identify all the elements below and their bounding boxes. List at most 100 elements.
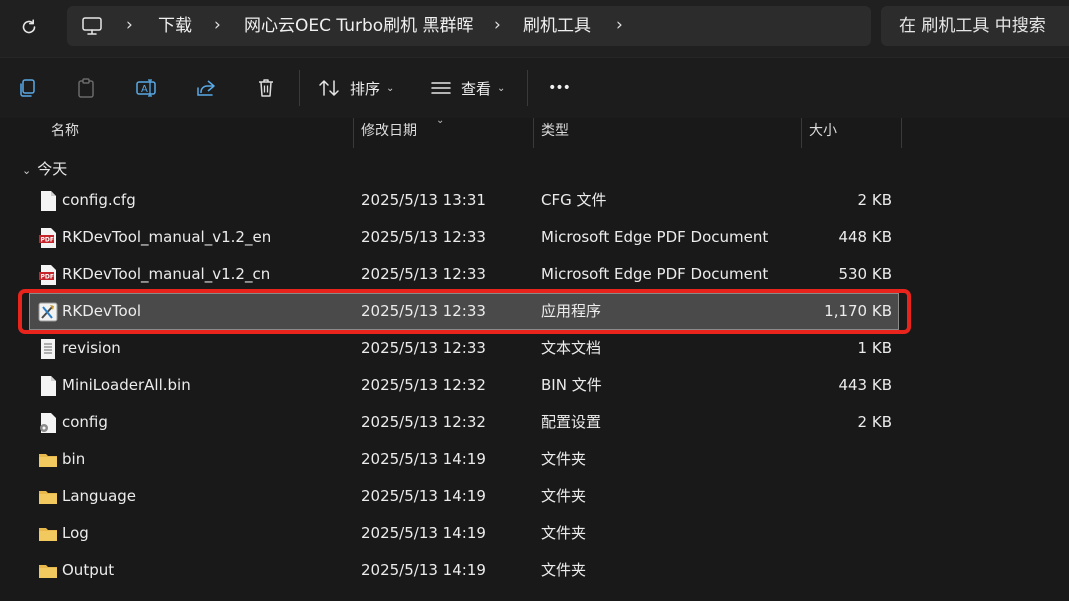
breadcrumb-chevron-icon[interactable]: › [126, 6, 133, 46]
this-pc-icon [82, 17, 102, 35]
column-divider[interactable] [801, 118, 802, 148]
file-name: Language [62, 487, 137, 505]
file-type: 文件夹 [541, 561, 587, 579]
share-icon [197, 80, 215, 96]
file-name: config.cfg [62, 191, 136, 209]
settings-file-icon [40, 413, 56, 433]
view-label: 查看 [461, 79, 492, 98]
share-button[interactable] [191, 72, 221, 104]
column-header-type[interactable]: 类型 [541, 118, 569, 148]
sort-icon [319, 80, 339, 96]
paste-button[interactable] [71, 72, 101, 104]
file-row[interactable]: PDF RKDevTool_manual_v1.2_en 2025/5/13 1… [30, 220, 898, 255]
column-header-date[interactable]: 修改日期 [361, 118, 417, 148]
file-size: 530 KB [838, 265, 892, 283]
sort-button[interactable]: 排序 ⌄ [318, 72, 394, 104]
file-name: RKDevTool_manual_v1.2_cn [62, 265, 271, 283]
file-date: 2025/5/13 14:19 [361, 561, 486, 579]
refresh-button[interactable] [14, 14, 44, 40]
breadcrumb-oec-turbo[interactable]: 网心云OEC Turbo刷机 黑群晖 [244, 6, 474, 46]
file-name: RKDevTool [62, 302, 142, 320]
file-date: 2025/5/13 14:19 [361, 524, 486, 542]
file-size: 443 KB [838, 376, 892, 394]
file-type: 配置设置 [541, 413, 602, 431]
pdf-icon: PDF [39, 228, 56, 248]
file-type: 文件夹 [541, 487, 587, 505]
file-date: 2025/5/13 12:32 [361, 376, 486, 394]
sort-chevron-icon: ⌄ [436, 115, 445, 126]
folder-icon [39, 565, 57, 578]
breadcrumb-chevron-icon[interactable]: › [214, 6, 221, 46]
file-date: 2025/5/13 12:32 [361, 413, 486, 431]
file-list: 名称 ⌄ 修改日期 类型 大小 ⌄ 今天 config.cfg 2025/5/13… [0, 115, 1069, 601]
toolbar-divider [299, 70, 300, 106]
file-type: BIN 文件 [541, 376, 602, 394]
sort-label: 排序 [350, 79, 381, 98]
more-options-button[interactable]: ••• [545, 72, 573, 104]
file-icon [41, 191, 56, 211]
file-type: Microsoft Edge PDF Document [541, 228, 769, 246]
breadcrumb-chevron-icon[interactable]: › [616, 6, 623, 46]
column-header-size[interactable]: 大小 [809, 118, 837, 148]
column-divider[interactable] [533, 118, 534, 148]
trash-icon [259, 79, 273, 97]
file-type: 应用程序 [541, 302, 602, 320]
file-date: 2025/5/13 12:33 [361, 228, 486, 246]
column-divider[interactable] [901, 118, 902, 148]
view-list-icon [431, 82, 451, 94]
svg-text:PDF: PDF [41, 274, 54, 281]
file-name: config [62, 413, 108, 431]
group-label: 今天 [37, 160, 68, 178]
chevron-down-icon: ⌄ [22, 164, 32, 177]
file-type: CFG 文件 [541, 191, 607, 209]
file-row[interactable]: config.cfg 2025/5/13 13:31 CFG 文件 2 KB [30, 183, 898, 218]
svg-text:A: A [141, 84, 148, 95]
column-header-name[interactable]: 名称 [51, 118, 79, 148]
column-divider[interactable] [353, 118, 354, 148]
folder-icon [39, 491, 57, 504]
paste-icon [78, 78, 94, 98]
file-row[interactable]: config 2025/5/13 12:32 配置设置 2 KB [30, 405, 898, 440]
group-header-today[interactable]: ⌄ 今天 [22, 158, 67, 180]
file-size: 448 KB [838, 228, 892, 246]
folder-row[interactable]: Language 2025/5/13 14:19 文件夹 [30, 479, 898, 514]
file-row[interactable]: PDF RKDevTool_manual_v1.2_cn 2025/5/13 1… [30, 257, 898, 292]
file-name: RKDevTool_manual_v1.2_en [62, 228, 272, 246]
breadcrumb-downloads[interactable]: 下载 [158, 6, 192, 46]
chevron-down-icon: ⌄ [497, 82, 506, 94]
search-placeholder: 在 刷机工具 中搜索 [899, 16, 1046, 36]
file-name: revision [62, 339, 121, 357]
file-type: 文件夹 [541, 524, 587, 542]
rename-button[interactable]: A [131, 72, 161, 104]
file-date: 2025/5/13 14:19 [361, 450, 486, 468]
address-bar[interactable]: › 下载 › 网心云OEC Turbo刷机 黑群晖 › 刷机工具 › [67, 6, 871, 46]
app-icon [38, 302, 58, 322]
file-date: 2025/5/13 12:33 [361, 265, 486, 283]
toolbar-divider [527, 70, 528, 106]
folder-row[interactable]: bin 2025/5/13 14:19 文件夹 [30, 442, 898, 477]
file-type: Microsoft Edge PDF Document [541, 265, 769, 283]
folder-row[interactable]: Log 2025/5/13 14:19 文件夹 [30, 516, 898, 551]
breadcrumb-chevron-icon[interactable]: › [494, 6, 501, 46]
file-size: 2 KB [857, 191, 892, 209]
file-type: 文本文档 [541, 339, 602, 357]
file-size: 2 KB [857, 413, 892, 431]
file-row[interactable]: revision 2025/5/13 12:33 文本文档 1 KB [30, 331, 898, 366]
copy-button[interactable] [12, 72, 42, 104]
file-date: 2025/5/13 12:33 [361, 339, 486, 357]
refresh-icon [22, 19, 36, 34]
file-row-selected[interactable]: RKDevTool 2025/5/13 12:33 应用程序 1,170 KB [29, 293, 899, 330]
file-icon [41, 376, 56, 396]
pdf-icon: PDF [39, 265, 56, 285]
delete-button[interactable] [251, 72, 281, 104]
file-date: 2025/5/13 13:31 [361, 191, 486, 209]
search-box[interactable]: 在 刷机工具 中搜索 [881, 6, 1069, 46]
folder-icon [39, 454, 57, 467]
breadcrumb-flash-tools[interactable]: 刷机工具 [523, 6, 591, 46]
view-button[interactable]: 查看 ⌄ [431, 72, 505, 104]
svg-text:PDF: PDF [41, 237, 54, 244]
copy-icon [20, 79, 35, 97]
address-bar-row: › 下载 › 网心云OEC Turbo刷机 黑群晖 › 刷机工具 › 在 刷机工… [0, 0, 1069, 57]
file-row[interactable]: MiniLoaderAll.bin 2025/5/13 12:32 BIN 文件… [30, 368, 898, 403]
folder-row[interactable]: Output 2025/5/13 14:19 文件夹 [30, 553, 898, 588]
